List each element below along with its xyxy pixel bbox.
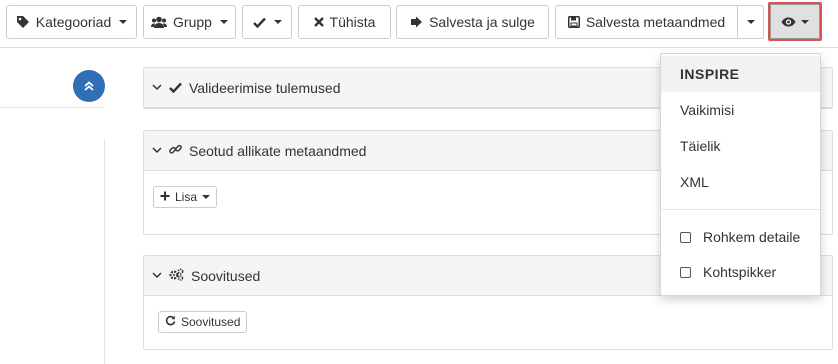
cancel-button[interactable]: Tühista — [298, 5, 391, 39]
chevron-down-icon — [152, 272, 162, 279]
close-icon — [313, 17, 324, 27]
menu-divider — [661, 209, 820, 210]
double-chevron-up-icon — [84, 78, 94, 94]
caret-down-icon — [119, 20, 128, 24]
checkbox[interactable] — [680, 231, 691, 243]
validate-dropdown-button[interactable] — [242, 5, 292, 39]
caret-down-icon — [273, 20, 282, 24]
checkbox[interactable] — [680, 266, 691, 278]
caret-down-icon — [801, 19, 809, 24]
view-mode-dropdown-button[interactable] — [768, 2, 822, 41]
save-metadata-button[interactable]: Salvesta metaandmed — [555, 5, 738, 39]
menu-option-tooltip[interactable]: Kohtspikker — [661, 254, 820, 290]
validation-panel-title: Valideerimise tulemused — [189, 79, 341, 96]
group-dropdown-button[interactable]: Grupp — [143, 5, 236, 39]
check-icon — [252, 17, 266, 28]
plus-icon — [160, 190, 170, 204]
menu-item-inspire[interactable]: INSPIRE — [661, 56, 820, 92]
left-divider — [0, 107, 105, 108]
save-options-caret-button[interactable] — [737, 5, 764, 39]
caret-down-icon — [202, 195, 211, 199]
save-metadata-label: Salvesta metaandmed — [585, 14, 726, 30]
gears-icon — [169, 267, 184, 284]
left-vertical-divider — [104, 139, 105, 364]
menu-item-xml[interactable]: XML — [661, 164, 820, 200]
menu-option-label: Rohkem detaile — [703, 229, 801, 245]
menu-item-label: Vaikimisi — [680, 102, 735, 118]
menu-item-label: INSPIRE — [680, 66, 740, 82]
caret-down-icon — [746, 20, 755, 24]
editor-toolbar: Kategooriad Grupp Tühista Salvesta ja su… — [0, 0, 838, 48]
suggestions-panel-title: Soovitused — [191, 267, 261, 284]
add-linked-resource-button[interactable]: Lisa — [153, 186, 218, 208]
suggestions-button-label: Soovitused — [181, 315, 241, 329]
add-label: Lisa — [175, 190, 198, 204]
save-and-close-button[interactable]: Salvesta ja sulge — [396, 5, 549, 39]
eye-icon — [781, 17, 796, 27]
categories-label: Kategooriad — [35, 14, 112, 30]
linked-resources-panel-title: Seotud allikate metaandmed — [189, 142, 367, 159]
users-icon — [151, 16, 168, 29]
menu-item-default[interactable]: Vaikimisi — [661, 92, 820, 128]
categories-dropdown-button[interactable]: Kategooriad — [6, 5, 137, 39]
link-icon — [169, 143, 182, 159]
cancel-label: Tühista — [329, 14, 376, 30]
menu-item-label: Täielik — [680, 138, 721, 154]
menu-option-more-details[interactable]: Rohkem detaile — [661, 219, 820, 255]
view-mode-button-inner — [770, 4, 820, 39]
menu-item-full[interactable]: Täielik — [661, 128, 820, 164]
view-mode-menu: INSPIRE Vaikimisi Täielik XML Rohkem det… — [660, 53, 821, 296]
refresh-icon — [165, 315, 176, 329]
caret-down-icon — [219, 20, 228, 24]
chevron-down-icon — [152, 147, 162, 154]
menu-item-label: XML — [680, 174, 709, 190]
save-icon — [567, 16, 580, 28]
tag-icon — [16, 15, 30, 29]
chevron-down-icon — [152, 84, 162, 91]
suggestions-panel-body: Soovitused — [144, 296, 832, 347]
save-and-close-label: Salvesta ja sulge — [429, 14, 535, 30]
refresh-suggestions-button[interactable]: Soovitused — [158, 311, 248, 333]
sign-out-icon — [410, 16, 423, 28]
menu-option-label: Kohtspikker — [703, 264, 777, 280]
group-label: Grupp — [173, 14, 212, 30]
scroll-top-button[interactable] — [73, 70, 105, 102]
check-icon — [169, 80, 182, 96]
